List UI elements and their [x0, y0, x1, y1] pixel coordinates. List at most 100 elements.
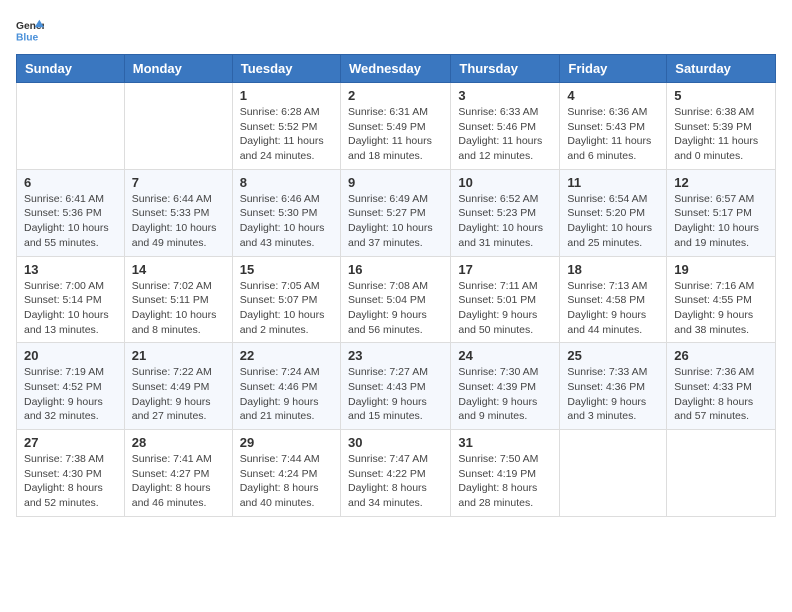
calendar-cell: 25 Sunrise: 7:33 AM Sunset: 4:36 PM Dayli… [560, 343, 667, 430]
day-number: 22 [240, 348, 333, 363]
calendar-table: SundayMondayTuesdayWednesdayThursdayFrid… [16, 54, 776, 517]
page-header: General Blue [16, 16, 776, 44]
cell-content: Sunrise: 7:33 AM Sunset: 4:36 PM Dayligh… [567, 365, 659, 424]
day-number: 31 [458, 435, 552, 450]
calendar-cell: 23Sunrise: 7:27 AM Sunset: 4:43 PM Dayli… [340, 343, 450, 430]
cell-content: Sunrise: 7:30 AM Sunset: 4:39 PM Dayligh… [458, 365, 552, 424]
calendar-week-row: 6Sunrise: 6:41 AM Sunset: 5:36 PM Daylig… [17, 169, 776, 256]
svg-text:Blue: Blue [16, 32, 39, 43]
calendar-cell [560, 430, 667, 517]
cell-content: Sunrise: 7:08 AM Sunset: 5:04 PM Dayligh… [348, 279, 443, 338]
day-number: 15 [240, 262, 333, 277]
cell-content: Sunrise: 7:41 AM Sunset: 4:27 PM Dayligh… [132, 452, 225, 511]
calendar-cell: 30 Sunrise: 7:47 AM Sunset: 4:22 PM Dayli… [340, 430, 450, 517]
day-number: 29 [240, 435, 333, 450]
calendar-cell: 10 Sunrise: 6:52 AM Sunset: 5:23 PM Dayli… [451, 169, 560, 256]
calendar-cell: 28 Sunrise: 7:41 AM Sunset: 4:27 PM Dayli… [124, 430, 232, 517]
cell-content: Sunrise: 6:41 AM Sunset: 5:36 PM Dayligh… [24, 192, 117, 251]
day-header-thursday: Thursday [451, 55, 560, 83]
cell-content: Sunrise: 7:22 AM Sunset: 4:49 PM Dayligh… [132, 365, 225, 424]
day-number: 27 [24, 435, 117, 450]
day-number: 25 [567, 348, 659, 363]
calendar-week-row: 1 Sunrise: 6:28 AM Sunset: 5:52 PM Daylig… [17, 83, 776, 170]
day-number: 12 [674, 175, 768, 190]
day-number: 7 [132, 175, 225, 190]
day-header-monday: Monday [124, 55, 232, 83]
calendar-cell: 6Sunrise: 6:41 AM Sunset: 5:36 PM Daylig… [17, 169, 125, 256]
calendar-cell: 3 Sunrise: 6:33 AM Sunset: 5:46 PM Daylig… [451, 83, 560, 170]
day-number: 9 [348, 175, 443, 190]
day-number: 14 [132, 262, 225, 277]
calendar-cell [124, 83, 232, 170]
day-header-wednesday: Wednesday [340, 55, 450, 83]
day-number: 18 [567, 262, 659, 277]
calendar-cell: 13 Sunrise: 7:00 AM Sunset: 5:14 PM Dayli… [17, 256, 125, 343]
day-number: 26 [674, 348, 768, 363]
calendar-cell: 11Sunrise: 6:54 AM Sunset: 5:20 PM Dayli… [560, 169, 667, 256]
day-number: 8 [240, 175, 333, 190]
day-header-saturday: Saturday [667, 55, 776, 83]
cell-content: Sunrise: 6:46 AM Sunset: 5:30 PM Dayligh… [240, 192, 333, 251]
cell-content: Sunrise: 7:50 AM Sunset: 4:19 PM Dayligh… [458, 452, 552, 511]
cell-content: Sunrise: 7:47 AM Sunset: 4:22 PM Dayligh… [348, 452, 443, 511]
calendar-cell: 29 Sunrise: 7:44 AM Sunset: 4:24 PM Dayli… [232, 430, 340, 517]
cell-content: Sunrise: 7:19 AM Sunset: 4:52 PM Dayligh… [24, 365, 117, 424]
calendar-cell: 7 Sunrise: 6:44 AM Sunset: 5:33 PM Daylig… [124, 169, 232, 256]
day-number: 11 [567, 175, 659, 190]
calendar-cell: 26 Sunrise: 7:36 AM Sunset: 4:33 PM Dayli… [667, 343, 776, 430]
cell-content: Sunrise: 7:38 AM Sunset: 4:30 PM Dayligh… [24, 452, 117, 511]
cell-content: Sunrise: 7:00 AM Sunset: 5:14 PM Dayligh… [24, 279, 117, 338]
calendar-cell: 21 Sunrise: 7:22 AM Sunset: 4:49 PM Dayli… [124, 343, 232, 430]
cell-content: Sunrise: 6:33 AM Sunset: 5:46 PM Dayligh… [458, 105, 552, 164]
calendar-cell: 16 Sunrise: 7:08 AM Sunset: 5:04 PM Dayli… [340, 256, 450, 343]
calendar-cell: 12Sunrise: 6:57 AM Sunset: 5:17 PM Dayli… [667, 169, 776, 256]
calendar-cell: 14 Sunrise: 7:02 AM Sunset: 5:11 PM Dayli… [124, 256, 232, 343]
calendar-cell [17, 83, 125, 170]
calendar-cell: 4Sunrise: 6:36 AM Sunset: 5:43 PM Daylig… [560, 83, 667, 170]
logo-icon: General Blue [16, 16, 44, 44]
cell-content: Sunrise: 7:13 AM Sunset: 4:58 PM Dayligh… [567, 279, 659, 338]
calendar-cell: 18 Sunrise: 7:13 AM Sunset: 4:58 PM Dayli… [560, 256, 667, 343]
cell-content: Sunrise: 6:31 AM Sunset: 5:49 PM Dayligh… [348, 105, 443, 164]
day-number: 21 [132, 348, 225, 363]
calendar-cell: 17Sunrise: 7:11 AM Sunset: 5:01 PM Dayli… [451, 256, 560, 343]
day-header-friday: Friday [560, 55, 667, 83]
calendar-cell: 31 Sunrise: 7:50 AM Sunset: 4:19 PM Dayli… [451, 430, 560, 517]
calendar-cell: 8 Sunrise: 6:46 AM Sunset: 5:30 PM Daylig… [232, 169, 340, 256]
calendar-week-row: 13 Sunrise: 7:00 AM Sunset: 5:14 PM Dayli… [17, 256, 776, 343]
calendar-cell: 20Sunrise: 7:19 AM Sunset: 4:52 PM Dayli… [17, 343, 125, 430]
day-number: 5 [674, 88, 768, 103]
calendar-cell: 27 Sunrise: 7:38 AM Sunset: 4:30 PM Dayli… [17, 430, 125, 517]
day-number: 10 [458, 175, 552, 190]
calendar-week-row: 27 Sunrise: 7:38 AM Sunset: 4:30 PM Dayli… [17, 430, 776, 517]
cell-content: Sunrise: 7:44 AM Sunset: 4:24 PM Dayligh… [240, 452, 333, 511]
day-number: 16 [348, 262, 443, 277]
calendar-cell [667, 430, 776, 517]
calendar-cell: 15 Sunrise: 7:05 AM Sunset: 5:07 PM Dayli… [232, 256, 340, 343]
calendar-week-row: 20Sunrise: 7:19 AM Sunset: 4:52 PM Dayli… [17, 343, 776, 430]
cell-content: Sunrise: 7:02 AM Sunset: 5:11 PM Dayligh… [132, 279, 225, 338]
cell-content: Sunrise: 6:38 AM Sunset: 5:39 PM Dayligh… [674, 105, 768, 164]
logo: General Blue [16, 16, 50, 44]
calendar-cell: 1 Sunrise: 6:28 AM Sunset: 5:52 PM Daylig… [232, 83, 340, 170]
cell-content: Sunrise: 7:36 AM Sunset: 4:33 PM Dayligh… [674, 365, 768, 424]
cell-content: Sunrise: 6:28 AM Sunset: 5:52 PM Dayligh… [240, 105, 333, 164]
day-header-tuesday: Tuesday [232, 55, 340, 83]
calendar-cell: 22Sunrise: 7:24 AM Sunset: 4:46 PM Dayli… [232, 343, 340, 430]
calendar-cell: 19Sunrise: 7:16 AM Sunset: 4:55 PM Dayli… [667, 256, 776, 343]
day-header-sunday: Sunday [17, 55, 125, 83]
cell-content: Sunrise: 7:05 AM Sunset: 5:07 PM Dayligh… [240, 279, 333, 338]
day-number: 2 [348, 88, 443, 103]
calendar-cell: 9Sunrise: 6:49 AM Sunset: 5:27 PM Daylig… [340, 169, 450, 256]
cell-content: Sunrise: 6:52 AM Sunset: 5:23 PM Dayligh… [458, 192, 552, 251]
day-number: 30 [348, 435, 443, 450]
cell-content: Sunrise: 7:16 AM Sunset: 4:55 PM Dayligh… [674, 279, 768, 338]
day-number: 28 [132, 435, 225, 450]
cell-content: Sunrise: 6:36 AM Sunset: 5:43 PM Dayligh… [567, 105, 659, 164]
day-number: 23 [348, 348, 443, 363]
day-number: 1 [240, 88, 333, 103]
day-number: 13 [24, 262, 117, 277]
cell-content: Sunrise: 6:44 AM Sunset: 5:33 PM Dayligh… [132, 192, 225, 251]
day-number: 3 [458, 88, 552, 103]
calendar-cell: 5 Sunrise: 6:38 AM Sunset: 5:39 PM Daylig… [667, 83, 776, 170]
